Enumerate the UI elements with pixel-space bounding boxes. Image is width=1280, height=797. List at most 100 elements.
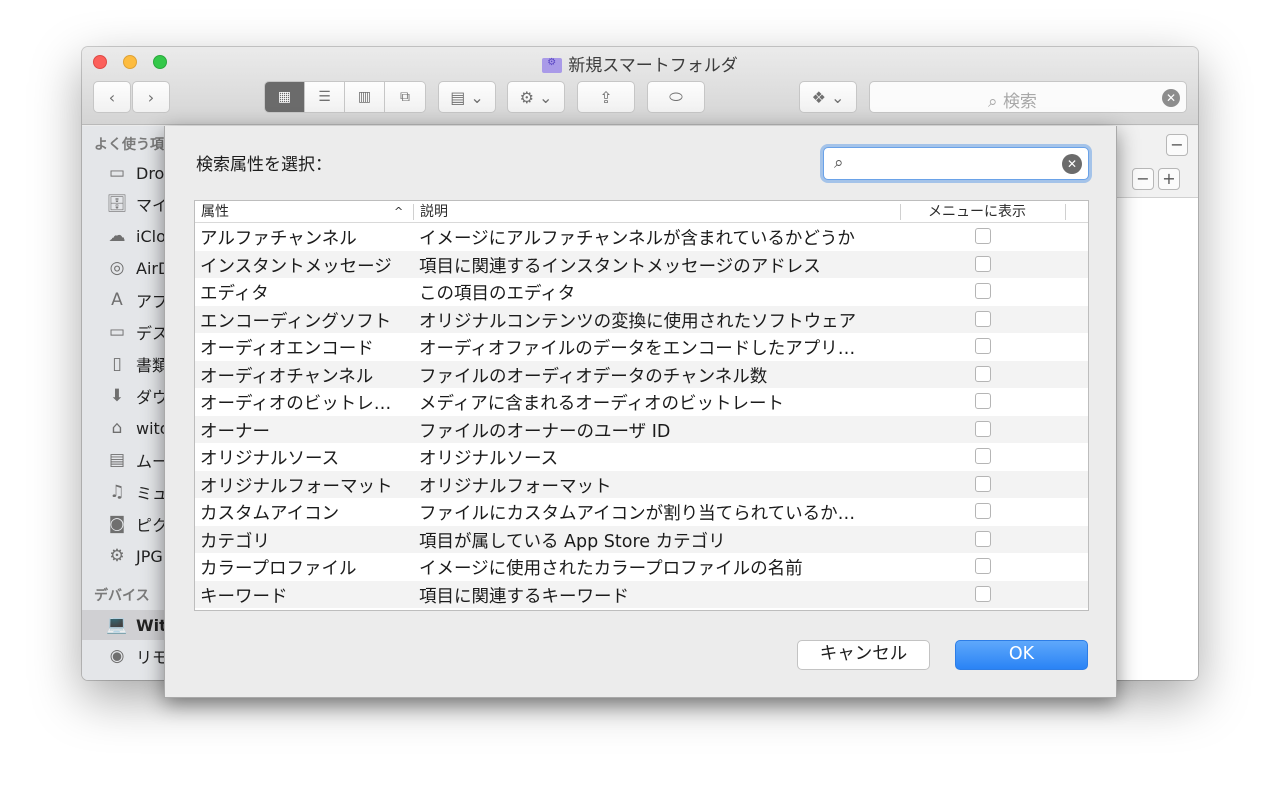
list-view-button[interactable]: ☰: [305, 82, 345, 112]
table-row[interactable]: オーナー ファイルのオーナーのユーザ ID: [195, 415, 1088, 443]
sheet-title: 検索属性を選択：: [196, 155, 332, 175]
search-icon: ⌕: [834, 153, 844, 173]
table-row[interactable]: エディタ この項目のエディタ: [195, 278, 1088, 306]
sidebar-item-11[interactable]: ◙ ピク: [106, 512, 168, 536]
sidebar-item-4[interactable]: A アプ: [106, 288, 168, 312]
gear-icon: ⚙: [109, 546, 125, 566]
airdrop-icon: ◎: [109, 258, 125, 278]
sidebar-item-label: JPG: [136, 546, 163, 566]
arrange-button[interactable]: ▤ ⌄: [438, 81, 496, 113]
view-mode-segmented-control: ▦ ☰ ▥ ⧉: [264, 81, 426, 113]
attribute-cell: オーディオチャンネル: [200, 366, 374, 387]
columns-icon: ▥: [357, 89, 372, 105]
grid-icon: ▦: [277, 89, 292, 105]
attribute-cell: カラープロファイル: [200, 559, 357, 579]
table-row[interactable]: エンコーディングソフト オリジナルコンテンツの変換に使用されたソフトウェア: [195, 305, 1088, 333]
clear-search-icon[interactable]: ✕: [1062, 154, 1082, 174]
show-in-menu-checkbox[interactable]: [975, 558, 991, 574]
smart-folder-icon: [542, 57, 563, 73]
show-in-menu-checkbox[interactable]: [975, 228, 991, 244]
window-title-container: 新規スマートフォルダ: [82, 51, 1198, 76]
column-header-attribute[interactable]: 属性: [201, 202, 229, 222]
table-row[interactable]: キーワード 項目に関連するキーワード: [195, 580, 1088, 608]
toolbar-search-field[interactable]: ⌕ 検索 ✕: [869, 81, 1187, 113]
description-cell: ファイルのオーナーのユーザ ID: [419, 421, 671, 442]
sort-ascending-icon: ^: [394, 205, 404, 218]
cloud-icon: ☁: [108, 226, 126, 246]
remove-rule-button[interactable]: −: [1132, 168, 1154, 190]
attribute-cell: カテゴリ: [200, 531, 270, 552]
table-row[interactable]: アルファチャンネル イメージにアルファチャンネルが含まれているかどうか: [195, 223, 1088, 251]
forward-button[interactable]: ›: [132, 81, 170, 113]
remove-criteria-button[interactable]: −: [1166, 134, 1188, 156]
description-cell: 項目が属している App Store カテゴリ: [419, 531, 726, 552]
sidebar-item-1[interactable]: 🗄 マイ: [106, 192, 168, 216]
attribute-cell: インスタントメッセージ: [200, 256, 392, 277]
toolbar-search-placeholder: ⌕ 検索: [988, 87, 1037, 112]
show-in-menu-checkbox[interactable]: [975, 585, 991, 602]
show-in-menu-checkbox[interactable]: [975, 475, 991, 492]
sidebar-item-10[interactable]: ♫ ミュ: [106, 480, 168, 504]
show-in-menu-checkbox[interactable]: [975, 283, 991, 299]
share-icon: ⇪: [599, 87, 613, 107]
sidebar-device-1[interactable]: ◉ リモ: [106, 644, 168, 668]
sidebar-item-12[interactable]: ⚙ JPG: [106, 544, 163, 568]
sidebar-item-7[interactable]: ⬇ ダウ: [106, 384, 168, 408]
show-in-menu-checkbox[interactable]: [975, 503, 991, 519]
show-in-menu-checkbox[interactable]: [975, 338, 991, 354]
attribute-cell: エディタ: [200, 284, 269, 304]
table-row[interactable]: オーディオのビットレ… メディアに含まれるオーディオのビットレート: [195, 388, 1088, 416]
description-cell: オリジナルコンテンツの変換に使用されたソフトウェア: [419, 311, 857, 332]
description-cell: 項目に関連するインスタントメッセージのアドレス: [419, 256, 821, 277]
show-in-menu-checkbox[interactable]: [975, 530, 991, 547]
sidebar-item-5[interactable]: ▭ デス: [106, 320, 168, 344]
column-divider: [900, 204, 901, 220]
sidebar-item-3[interactable]: ◎ AirD: [106, 256, 171, 280]
table-row[interactable]: オーディオエンコード オーディオファイルのデータをエンコードしたアプリ…: [195, 333, 1088, 361]
show-in-menu-checkbox[interactable]: [975, 310, 991, 327]
icon-view-button[interactable]: ▦: [265, 82, 305, 112]
sidebar-favorites-header: よく使う項: [94, 137, 164, 153]
share-button[interactable]: ⇪: [577, 81, 635, 113]
plus-icon: +: [1162, 169, 1176, 188]
description-cell: ファイルのオーディオデータのチャンネル数: [419, 366, 768, 387]
show-in-menu-checkbox[interactable]: [975, 448, 991, 464]
tag-icon: ⬭: [669, 87, 683, 106]
column-view-button[interactable]: ▥: [345, 82, 385, 112]
sidebar-device-0[interactable]: 💻 Wit: [106, 613, 166, 637]
show-in-menu-checkbox[interactable]: [975, 255, 991, 272]
back-button[interactable]: ‹: [93, 81, 131, 113]
table-row[interactable]: インスタントメッセージ 項目に関連するインスタントメッセージのアドレス: [195, 250, 1088, 278]
action-button[interactable]: ⚙ ⌄: [507, 81, 565, 113]
cancel-button[interactable]: キャンセル: [797, 640, 930, 670]
table-row[interactable]: カスタムアイコン ファイルにカスタムアイコンが割り当てられているか…: [195, 498, 1088, 526]
table-row[interactable]: カラープロファイル イメージに使用されたカラープロファイルの名前: [195, 553, 1088, 581]
cover-flow-button[interactable]: ⧉: [385, 82, 425, 112]
dropbox-button[interactable]: ❖ ⌄: [799, 81, 857, 113]
attribute-table: 属性 ^ 説明 メニューに表示 アルファチャンネル イメージにアルファチャンネルが…: [194, 200, 1089, 611]
home-icon: ⌂: [111, 418, 123, 438]
attribute-search-input[interactable]: ⌕ ✕: [823, 147, 1089, 180]
column-header-show-in-menu[interactable]: メニューに表示: [928, 202, 1026, 222]
table-row[interactable]: オリジナルソース オリジナルソース: [195, 443, 1088, 471]
sidebar-item-9[interactable]: ▤ ムー: [106, 448, 168, 472]
add-rule-button[interactable]: +: [1158, 168, 1180, 190]
sidebar-item-0[interactable]: ▭ Dro: [106, 161, 164, 185]
show-in-menu-checkbox[interactable]: [975, 393, 991, 409]
ok-button[interactable]: OK: [955, 640, 1088, 670]
show-in-menu-checkbox[interactable]: [975, 420, 991, 437]
sidebar-item-8[interactable]: ⌂ wito: [106, 416, 170, 440]
column-divider: [413, 204, 414, 220]
sidebar-item-label: Dro: [136, 163, 165, 183]
table-row[interactable]: オーディオチャンネル ファイルのオーディオデータのチャンネル数: [195, 360, 1088, 388]
sidebar-item-6[interactable]: ▯ 書類: [106, 352, 168, 376]
pictures-icon: ◙: [108, 514, 126, 534]
table-row[interactable]: カテゴリ 項目が属している App Store カテゴリ: [195, 525, 1088, 553]
column-header-description[interactable]: 説明: [420, 202, 448, 222]
show-in-menu-checkbox[interactable]: [975, 365, 991, 382]
tags-button[interactable]: ⬭: [647, 81, 705, 113]
table-row[interactable]: オリジナルフォーマット オリジナルフォーマット: [195, 470, 1088, 498]
clear-search-icon[interactable]: ✕: [1162, 89, 1180, 107]
sidebar-item-2[interactable]: ☁ iClo: [106, 224, 166, 248]
sidebar-devices-header: デバイス: [94, 588, 150, 604]
